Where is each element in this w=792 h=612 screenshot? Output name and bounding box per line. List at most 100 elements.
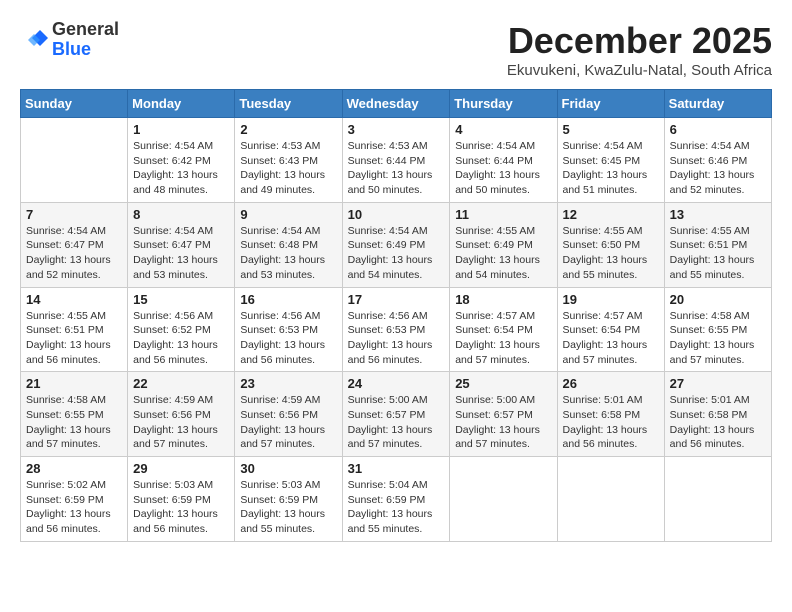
day-info: Sunrise: 4:57 AM Sunset: 6:54 PM Dayligh… [455, 309, 551, 368]
week-row-3: 21Sunrise: 4:58 AM Sunset: 6:55 PM Dayli… [21, 372, 772, 457]
day-number: 6 [670, 122, 766, 137]
day-info: Sunrise: 4:54 AM Sunset: 6:42 PM Dayligh… [133, 139, 229, 198]
calendar-cell: 4 Sunrise: 4:54 AM Sunset: 6:44 PM Daylig… [450, 118, 557, 203]
day-number: 12 [563, 207, 659, 222]
calendar-cell: 27 Sunrise: 5:01 AM Sunset: 6:58 PM Dayli… [664, 372, 771, 457]
calendar-cell: 7 Sunrise: 4:54 AM Sunset: 6:47 PM Daylig… [21, 202, 128, 287]
calendar-cell [557, 457, 664, 542]
header-tuesday: Tuesday [235, 90, 342, 118]
day-number: 13 [670, 207, 766, 222]
day-number: 30 [240, 461, 336, 476]
calendar-cell: 14 Sunrise: 4:55 AM Sunset: 6:51 PM Dayli… [21, 287, 128, 372]
day-info: Sunrise: 5:01 AM Sunset: 6:58 PM Dayligh… [670, 393, 766, 452]
location-title: Ekuvukeni, KwaZulu-Natal, South Africa [507, 62, 772, 79]
day-info: Sunrise: 5:00 AM Sunset: 6:57 PM Dayligh… [348, 393, 445, 452]
day-number: 10 [348, 207, 445, 222]
day-number: 3 [348, 122, 445, 137]
header-monday: Monday [128, 90, 235, 118]
week-row-4: 28Sunrise: 5:02 AM Sunset: 6:59 PM Dayli… [21, 457, 772, 542]
week-row-0: 1 Sunrise: 4:54 AM Sunset: 6:42 PM Daylig… [21, 118, 772, 203]
calendar-cell: 3 Sunrise: 4:53 AM Sunset: 6:44 PM Daylig… [342, 118, 450, 203]
day-number: 22 [133, 376, 229, 391]
logo-text: General Blue [52, 20, 119, 60]
day-info: Sunrise: 5:03 AM Sunset: 6:59 PM Dayligh… [240, 478, 336, 537]
logo-general: General [52, 19, 119, 39]
day-number: 28 [26, 461, 122, 476]
day-number: 25 [455, 376, 551, 391]
day-number: 23 [240, 376, 336, 391]
calendar-cell: 17Sunrise: 4:56 AM Sunset: 6:53 PM Dayli… [342, 287, 450, 372]
day-info: Sunrise: 4:55 AM Sunset: 6:51 PM Dayligh… [26, 309, 122, 368]
day-info: Sunrise: 5:04 AM Sunset: 6:59 PM Dayligh… [348, 478, 445, 537]
calendar-cell: 16Sunrise: 4:56 AM Sunset: 6:53 PM Dayli… [235, 287, 342, 372]
calendar-cell [664, 457, 771, 542]
day-number: 31 [348, 461, 445, 476]
day-info: Sunrise: 4:56 AM Sunset: 6:52 PM Dayligh… [133, 309, 229, 368]
calendar-cell [450, 457, 557, 542]
day-number: 7 [26, 207, 122, 222]
day-info: Sunrise: 4:55 AM Sunset: 6:49 PM Dayligh… [455, 224, 551, 283]
day-info: Sunrise: 4:54 AM Sunset: 6:46 PM Dayligh… [670, 139, 766, 198]
day-info: Sunrise: 5:01 AM Sunset: 6:58 PM Dayligh… [563, 393, 659, 452]
week-row-1: 7 Sunrise: 4:54 AM Sunset: 6:47 PM Daylig… [21, 202, 772, 287]
day-info: Sunrise: 4:53 AM Sunset: 6:44 PM Dayligh… [348, 139, 445, 198]
day-number: 19 [563, 292, 659, 307]
day-info: Sunrise: 4:54 AM Sunset: 6:44 PM Dayligh… [455, 139, 551, 198]
day-info: Sunrise: 4:59 AM Sunset: 6:56 PM Dayligh… [240, 393, 336, 452]
header: General Blue December 2025 Ekuvukeni, Kw… [20, 20, 772, 79]
week-row-2: 14 Sunrise: 4:55 AM Sunset: 6:51 PM Dayli… [21, 287, 772, 372]
calendar-cell: 31 Sunrise: 5:04 AM Sunset: 6:59 PM Dayli… [342, 457, 450, 542]
day-number: 9 [240, 207, 336, 222]
day-info: Sunrise: 4:58 AM Sunset: 6:55 PM Dayligh… [670, 309, 766, 368]
day-number: 16 [240, 292, 336, 307]
day-number: 11 [455, 207, 551, 222]
logo: General Blue [20, 20, 119, 60]
day-number: 29 [133, 461, 229, 476]
calendar-cell: 5Sunrise: 4:54 AM Sunset: 6:45 PM Daylig… [557, 118, 664, 203]
day-number: 14 [26, 292, 122, 307]
day-number: 27 [670, 376, 766, 391]
day-number: 20 [670, 292, 766, 307]
header-thursday: Thursday [450, 90, 557, 118]
calendar-cell: 23 Sunrise: 4:59 AM Sunset: 6:56 PM Dayli… [235, 372, 342, 457]
calendar-cell: 26 Sunrise: 5:01 AM Sunset: 6:58 PM Dayli… [557, 372, 664, 457]
day-number: 15 [133, 292, 229, 307]
calendar-cell: 22 Sunrise: 4:59 AM Sunset: 6:56 PM Dayli… [128, 372, 235, 457]
calendar: SundayMondayTuesdayWednesdayThursdayFrid… [20, 89, 772, 542]
day-info: Sunrise: 4:53 AM Sunset: 6:43 PM Dayligh… [240, 139, 336, 198]
day-number: 17 [348, 292, 445, 307]
day-info: Sunrise: 4:59 AM Sunset: 6:56 PM Dayligh… [133, 393, 229, 452]
day-info: Sunrise: 4:54 AM Sunset: 6:49 PM Dayligh… [348, 224, 445, 283]
calendar-cell: 9Sunrise: 4:54 AM Sunset: 6:48 PM Daylig… [235, 202, 342, 287]
calendar-cell: 8 Sunrise: 4:54 AM Sunset: 6:47 PM Daylig… [128, 202, 235, 287]
header-sunday: Sunday [21, 90, 128, 118]
calendar-cell [21, 118, 128, 203]
day-number: 1 [133, 122, 229, 137]
day-number: 8 [133, 207, 229, 222]
day-info: Sunrise: 4:54 AM Sunset: 6:47 PM Dayligh… [26, 224, 122, 283]
calendar-cell: 21Sunrise: 4:58 AM Sunset: 6:55 PM Dayli… [21, 372, 128, 457]
day-number: 26 [563, 376, 659, 391]
calendar-cell: 15 Sunrise: 4:56 AM Sunset: 6:52 PM Dayli… [128, 287, 235, 372]
day-number: 4 [455, 122, 551, 137]
day-number: 21 [26, 376, 122, 391]
day-info: Sunrise: 4:54 AM Sunset: 6:47 PM Dayligh… [133, 224, 229, 283]
calendar-cell: 18 Sunrise: 4:57 AM Sunset: 6:54 PM Dayli… [450, 287, 557, 372]
calendar-cell: 12Sunrise: 4:55 AM Sunset: 6:50 PM Dayli… [557, 202, 664, 287]
logo-blue: Blue [52, 39, 91, 59]
title-section: December 2025 Ekuvukeni, KwaZulu-Natal, … [507, 20, 772, 79]
logo-icon [20, 26, 48, 54]
day-number: 5 [563, 122, 659, 137]
calendar-cell: 30 Sunrise: 5:03 AM Sunset: 6:59 PM Dayli… [235, 457, 342, 542]
day-number: 24 [348, 376, 445, 391]
calendar-cell: 11 Sunrise: 4:55 AM Sunset: 6:49 PM Dayli… [450, 202, 557, 287]
header-wednesday: Wednesday [342, 90, 450, 118]
month-title: December 2025 [507, 20, 772, 62]
day-info: Sunrise: 5:03 AM Sunset: 6:59 PM Dayligh… [133, 478, 229, 537]
calendar-cell: 19Sunrise: 4:57 AM Sunset: 6:54 PM Dayli… [557, 287, 664, 372]
header-friday: Friday [557, 90, 664, 118]
calendar-header-row: SundayMondayTuesdayWednesdayThursdayFrid… [21, 90, 772, 118]
calendar-cell: 6 Sunrise: 4:54 AM Sunset: 6:46 PM Daylig… [664, 118, 771, 203]
calendar-cell: 13Sunrise: 4:55 AM Sunset: 6:51 PM Dayli… [664, 202, 771, 287]
day-number: 18 [455, 292, 551, 307]
